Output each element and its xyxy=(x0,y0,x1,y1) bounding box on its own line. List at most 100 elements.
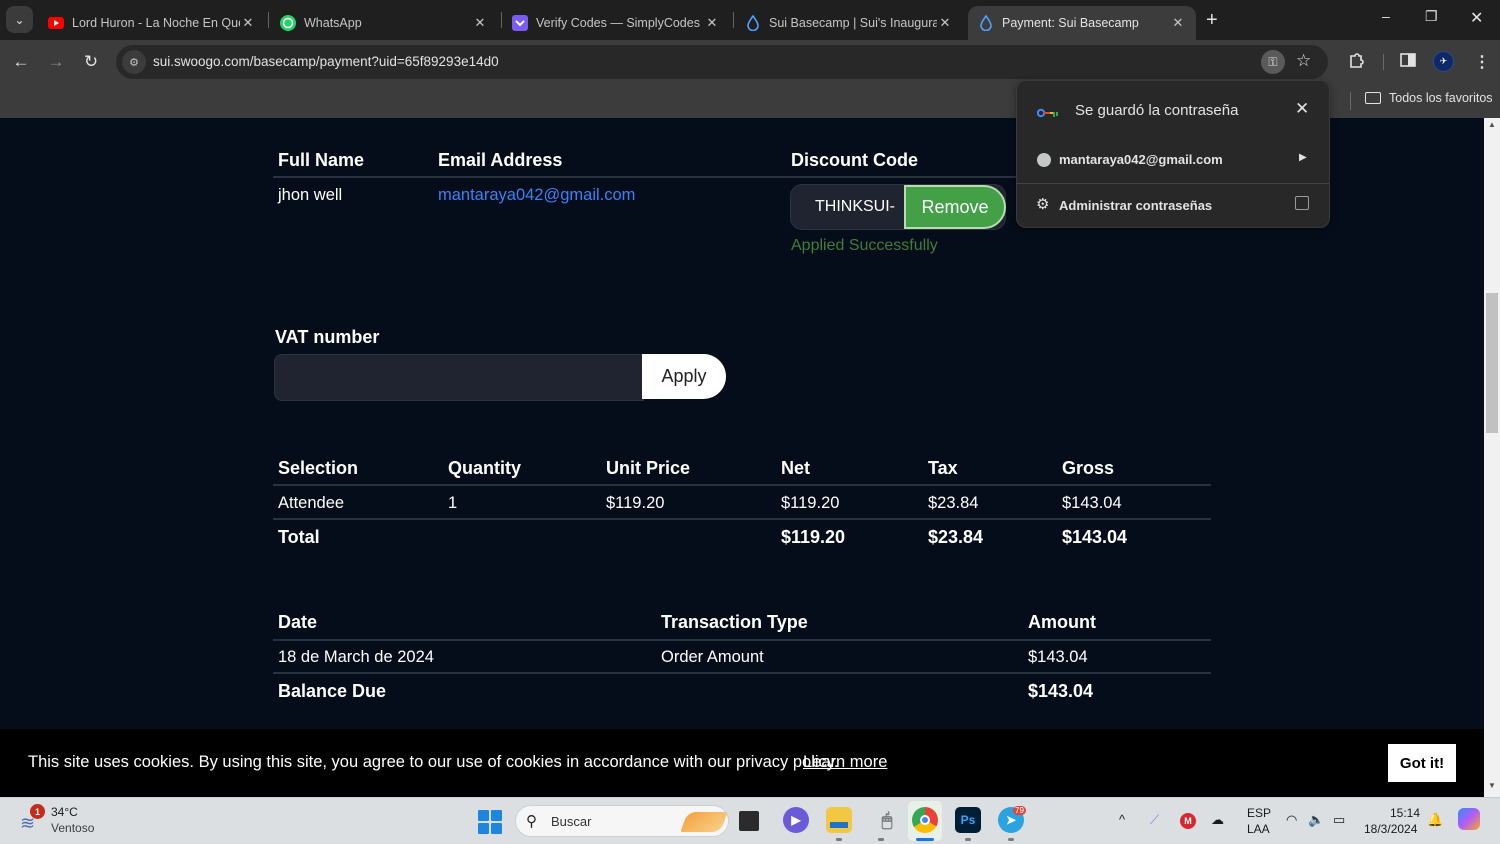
table-divider xyxy=(273,518,1211,520)
discount-applied-message: Applied Successfully xyxy=(791,237,938,254)
tab-close-icon[interactable]: ✕ xyxy=(240,15,256,31)
tab-close-icon[interactable]: ✕ xyxy=(704,15,720,31)
tab-separator xyxy=(733,12,734,28)
column-header-quantity: Quantity xyxy=(448,458,522,478)
tab-whatsapp[interactable]: WhatsApp ✕ xyxy=(270,6,498,40)
scroll-up-arrow-icon[interactable]: ▲ xyxy=(1484,120,1500,134)
running-indicator xyxy=(836,838,842,841)
volume-icon[interactable]: 🔈 xyxy=(1308,812,1324,828)
saved-account-row[interactable]: mantaraya042@gmail.com ▶ xyxy=(1017,145,1329,183)
file-explorer-icon[interactable] xyxy=(826,807,852,833)
all-bookmarks-button[interactable]: Todos los favoritos xyxy=(1365,91,1493,105)
learn-more-link[interactable]: Learn more xyxy=(803,753,887,772)
tab-payment-sui-basecamp[interactable]: Payment: Sui Basecamp ✕ xyxy=(968,6,1196,40)
wifi-icon[interactable]: ◠ xyxy=(1286,812,1297,828)
clock-time[interactable]: 15:14 xyxy=(1390,806,1420,820)
restore-button[interactable]: ❐ xyxy=(1425,8,1438,25)
mega-icon[interactable]: M xyxy=(1180,813,1196,829)
cookie-accept-button[interactable]: Got it! xyxy=(1388,744,1456,782)
column-header-selection: Selection xyxy=(278,458,359,478)
tab-sui-basecamp[interactable]: Sui Basecamp | Sui's Inaugural Event ✕ xyxy=(735,6,963,40)
manage-passwords-row[interactable]: ⚙ Administrar contraseñas xyxy=(1017,184,1329,228)
close-window-button[interactable]: ✕ xyxy=(1470,8,1483,28)
url-text[interactable]: sui.swoogo.com/basecamp/payment?uid=65f8… xyxy=(153,54,499,69)
browser-toolbar: ← → ↻ ⚙ sui.swoogo.com/basecamp/payment?… xyxy=(0,40,1500,84)
key-icon: ⚿ xyxy=(1268,54,1278,69)
table-divider xyxy=(273,639,1211,641)
full-name-value: jhon well xyxy=(278,186,343,204)
arrow-left-icon: ← xyxy=(12,52,30,71)
back-button[interactable]: ← xyxy=(9,50,33,74)
apply-vat-button[interactable]: Apply xyxy=(642,354,726,399)
bookmark-star-button[interactable]: ☆ xyxy=(1296,51,1311,71)
photoshop-icon[interactable]: Ps xyxy=(955,807,981,833)
globe-icon xyxy=(1037,153,1051,167)
total-label: Total xyxy=(278,527,320,547)
column-header-unit-price: Unit Price xyxy=(606,458,691,478)
discount-code-value: THINKSUI- xyxy=(815,198,895,215)
table-divider xyxy=(273,672,1211,674)
address-bar[interactable]: ⚙ sui.swoogo.com/basecamp/payment?uid=65… xyxy=(116,45,1328,79)
more-vert-icon: ⋮ xyxy=(1474,54,1490,71)
password-key-icon xyxy=(1036,105,1059,118)
cell-transaction-type: Order Amount xyxy=(661,648,764,666)
scroll-down-arrow-icon[interactable]: ▼ xyxy=(1484,781,1500,795)
reload-icon: ↻ xyxy=(83,52,99,71)
password-saved-popup: Se guardó la contraseña ✕ mantaraya042@g… xyxy=(1016,80,1330,228)
mouse-app-icon[interactable]: 🖱 xyxy=(874,807,900,833)
popup-title: Se guardó la contraseña xyxy=(1075,102,1239,119)
pen-icon[interactable]: ⟋ xyxy=(1150,812,1159,828)
close-popup-icon[interactable]: ✕ xyxy=(1295,99,1309,119)
battery-icon[interactable]: ▭ xyxy=(1333,812,1345,828)
search-icon: ⚲ xyxy=(526,813,537,830)
extensions-button[interactable] xyxy=(1347,52,1365,75)
discount-code-header: Discount Code xyxy=(791,150,919,170)
cell-quantity: 1 xyxy=(448,494,458,512)
start-button[interactable] xyxy=(478,810,502,834)
email-link[interactable]: mantaraya042@gmail.com xyxy=(438,186,635,205)
tab-close-icon[interactable]: ✕ xyxy=(1170,15,1186,31)
windows-taskbar: ≋ 1 34°C Ventoso ⚲ Buscar ▶ 🖱 Ps ➤ 79 ^ … xyxy=(0,797,1500,844)
tab-simplycodes[interactable]: Verify Codes — SimplyCodes ✕ xyxy=(502,6,730,40)
bookmarks-separator xyxy=(1350,92,1351,110)
column-header-net: Net xyxy=(781,458,811,478)
manage-passwords-label: Administrar contraseñas xyxy=(1059,198,1213,213)
site-info-button[interactable]: ⚙ xyxy=(122,50,146,74)
taskbar-search[interactable]: ⚲ Buscar xyxy=(515,805,729,837)
chrome-menu-button[interactable]: ⋮ xyxy=(1474,52,1490,72)
toolbar-separator xyxy=(1383,54,1384,70)
password-key-button[interactable]: ⚿ xyxy=(1261,50,1285,74)
minimize-button[interactable]: – xyxy=(1382,8,1390,24)
teams-icon[interactable]: ▶ xyxy=(783,807,809,833)
tab-close-icon[interactable]: ✕ xyxy=(472,15,488,31)
remove-discount-button[interactable]: Remove xyxy=(904,185,1006,229)
page-scrollbar[interactable]: ▲ ▼ xyxy=(1484,118,1500,797)
show-hidden-icons-chevron-up-icon[interactable]: ^ xyxy=(1119,812,1125,827)
clock-date[interactable]: 18/3/2024 xyxy=(1364,822,1417,836)
cloud-error-icon[interactable]: ☁ xyxy=(1211,812,1224,828)
active-indicator xyxy=(916,838,934,841)
language-code[interactable]: ESP xyxy=(1247,806,1271,820)
whatsapp-icon xyxy=(280,15,296,31)
tab-search-button[interactable]: ⌄ xyxy=(6,6,33,33)
notifications-bell-icon[interactable]: 🔔 xyxy=(1427,812,1443,828)
chrome-icon[interactable] xyxy=(912,807,938,833)
tab-close-icon[interactable]: ✕ xyxy=(937,15,953,31)
reload-button[interactable]: ↻ xyxy=(79,50,103,74)
keyboard-layout[interactable]: LAA xyxy=(1247,822,1270,836)
scrollbar-thumb[interactable] xyxy=(1486,293,1498,433)
side-panel-button[interactable] xyxy=(1400,52,1416,73)
sui-drop-icon xyxy=(978,15,994,31)
vat-number-input[interactable] xyxy=(274,354,644,401)
profile-avatar[interactable]: ✈ xyxy=(1433,51,1454,72)
cookie-message: This site uses cookies. By using this si… xyxy=(28,753,839,771)
task-view-icon[interactable] xyxy=(739,811,759,831)
simplycodes-icon xyxy=(512,15,528,31)
copilot-icon[interactable] xyxy=(1458,808,1480,830)
column-header-date: Date xyxy=(278,612,318,632)
new-tab-button[interactable]: + xyxy=(1206,9,1218,32)
puzzle-icon xyxy=(1347,53,1365,74)
tab-lord-huron[interactable]: Lord Huron - La Noche En Que ✕ xyxy=(38,6,266,40)
table-divider xyxy=(273,484,1211,486)
forward-button[interactable]: → xyxy=(44,50,68,74)
